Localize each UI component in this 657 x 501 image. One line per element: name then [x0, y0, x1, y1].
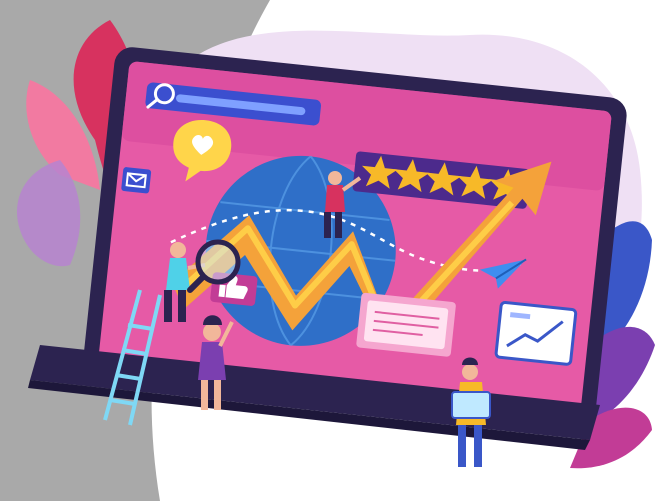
chart-card-icon	[494, 301, 578, 366]
marketing-illustration	[0, 0, 655, 501]
held-card	[451, 391, 491, 419]
